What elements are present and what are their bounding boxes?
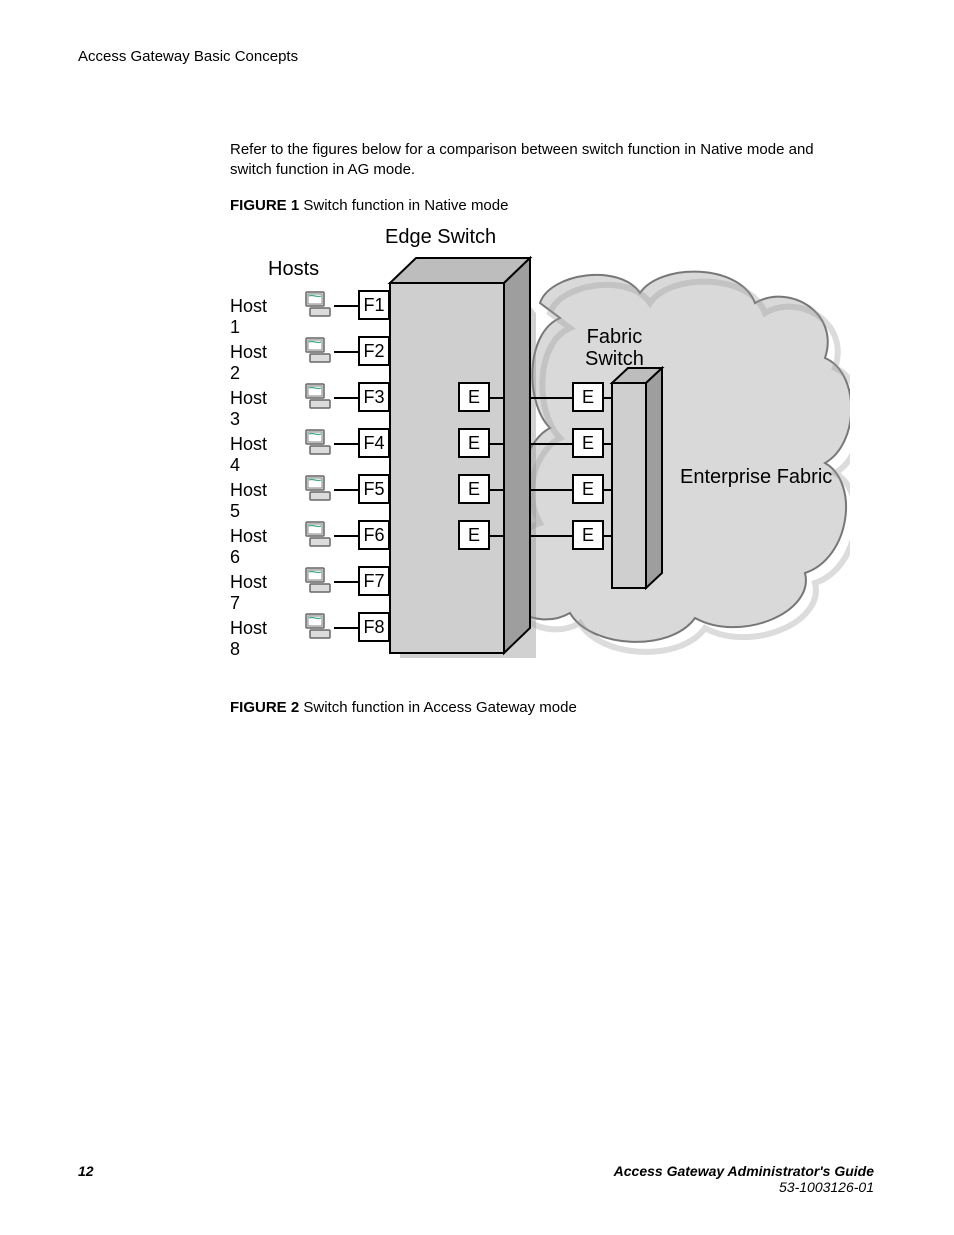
host-label: Host 2 xyxy=(230,342,267,384)
e-port-fabric: E xyxy=(572,428,604,458)
figure-1-label: FIGURE 1 xyxy=(230,197,299,214)
e-port-edge: E xyxy=(458,428,490,458)
f-port: F2 xyxy=(358,336,390,366)
host-icon xyxy=(304,566,334,596)
figure-1-diagram: Edge Switch Hosts Fabric Switch Enterpri… xyxy=(230,218,850,678)
footer-docnum: 53-1003126-01 xyxy=(779,1179,874,1195)
footer-title: Access Gateway Administrator's Guide xyxy=(614,1163,874,1179)
edge-switch-label: Edge Switch xyxy=(385,226,496,249)
e-connector-line xyxy=(604,535,612,537)
f-port: F1 xyxy=(358,290,390,320)
e-port-fabric: E xyxy=(572,520,604,550)
host-label: Host 3 xyxy=(230,388,267,430)
host-icon xyxy=(304,474,334,504)
figure-2-caption: FIGURE 2 Switch function in Access Gatew… xyxy=(230,699,577,716)
e-connector-line xyxy=(530,397,572,399)
figure-2-text: Switch function in Access Gateway mode xyxy=(303,699,576,716)
figure-2-label: FIGURE 2 xyxy=(230,699,299,716)
e-port-edge: E xyxy=(458,382,490,412)
page-number: 12 xyxy=(78,1163,94,1179)
e-connector-line xyxy=(530,535,572,537)
e-connector-line xyxy=(604,443,612,445)
host-connector-line xyxy=(334,627,358,629)
host-connector-line xyxy=(334,397,358,399)
host-icon xyxy=(304,612,334,642)
f-port: F3 xyxy=(358,382,390,412)
figure-1-text: Switch function in Native mode xyxy=(303,197,508,214)
host-label: Host 1 xyxy=(230,296,267,338)
enterprise-fabric-label: Enterprise Fabric xyxy=(680,466,832,489)
host-icon xyxy=(304,428,334,458)
e-connector-line xyxy=(530,489,572,491)
fabric-switch-label: Fabric Switch xyxy=(585,326,644,370)
e-port-fabric: E xyxy=(572,382,604,412)
cloud-icon xyxy=(498,272,850,652)
e-connector-line xyxy=(604,397,612,399)
running-header: Access Gateway Basic Concepts xyxy=(78,48,298,65)
host-connector-line xyxy=(334,305,358,307)
host-icon xyxy=(304,336,334,366)
e-connector-line xyxy=(490,489,504,491)
host-label: Host 7 xyxy=(230,572,267,614)
host-connector-line xyxy=(334,351,358,353)
host-label: Host 5 xyxy=(230,480,267,522)
host-connector-line xyxy=(334,581,358,583)
page-footer: 12 Access Gateway Administrator's Guide … xyxy=(78,1163,874,1195)
host-label: Host 8 xyxy=(230,618,267,660)
f-port: F8 xyxy=(358,612,390,642)
host-connector-line xyxy=(334,535,358,537)
e-connector-line xyxy=(490,443,504,445)
host-connector-line xyxy=(334,489,358,491)
e-connector-line xyxy=(604,489,612,491)
edge-switch-icon xyxy=(390,258,536,658)
e-connector-line xyxy=(490,535,504,537)
host-icon xyxy=(304,382,334,412)
intro-paragraph: Refer to the figures below for a compari… xyxy=(230,140,830,181)
f-port: F4 xyxy=(358,428,390,458)
host-icon xyxy=(304,520,334,550)
host-icon xyxy=(304,290,334,320)
f-port: F6 xyxy=(358,520,390,550)
fabric-switch-icon xyxy=(612,368,662,588)
host-connector-line xyxy=(334,443,358,445)
e-port-edge: E xyxy=(458,520,490,550)
f-port: F5 xyxy=(358,474,390,504)
host-label: Host 6 xyxy=(230,526,267,568)
e-port-fabric: E xyxy=(572,474,604,504)
e-connector-line xyxy=(530,443,572,445)
e-port-edge: E xyxy=(458,474,490,504)
host-label: Host 4 xyxy=(230,434,267,476)
e-connector-line xyxy=(490,397,504,399)
fabric-line2: Switch xyxy=(585,348,644,370)
hosts-header-label: Hosts xyxy=(268,258,319,281)
figure-1-caption: FIGURE 1 Switch function in Native mode xyxy=(230,197,508,214)
fabric-line1: Fabric xyxy=(587,326,643,348)
f-port: F7 xyxy=(358,566,390,596)
